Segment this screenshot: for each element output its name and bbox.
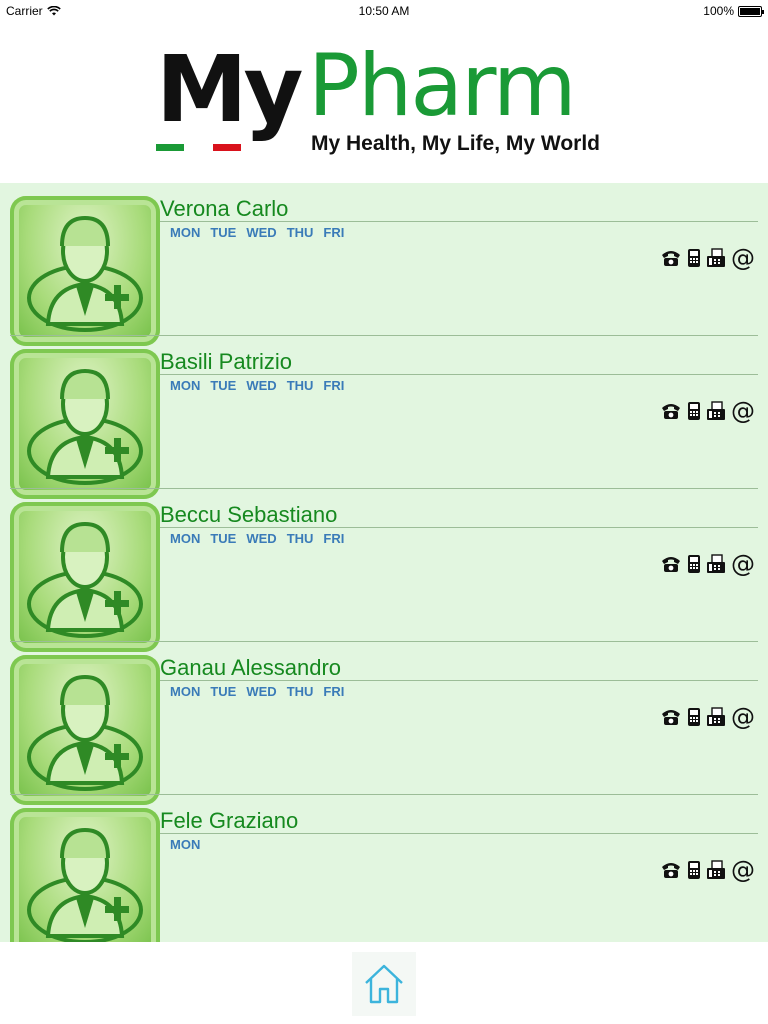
contact-icons: @ — [660, 703, 756, 735]
doctor-row[interactable]: Verona Carlo MON TUE WED THU FRI @ — [0, 183, 768, 346]
name-divider — [160, 833, 758, 834]
contact-icons: @ — [660, 550, 756, 582]
svg-text:@: @ — [731, 245, 755, 271]
fax-icon[interactable] — [706, 248, 726, 273]
svg-text:@: @ — [731, 704, 755, 730]
day-label: MON — [170, 837, 201, 852]
battery-percent: 100% — [703, 4, 734, 18]
status-time: 10:50 AM — [358, 4, 410, 18]
fax-icon[interactable] — [706, 554, 726, 579]
svg-text:@: @ — [731, 857, 755, 883]
day-label: MON — [170, 225, 201, 240]
phone-icon[interactable] — [660, 707, 682, 732]
phone-icon[interactable] — [660, 554, 682, 579]
contact-icons: @ — [660, 397, 756, 429]
name-divider — [160, 374, 758, 375]
availability-days: MON TUE WED THU FRI — [170, 684, 344, 699]
name-divider — [160, 221, 758, 222]
day-label: THU — [286, 225, 314, 240]
doctor-row[interactable]: Beccu Sebastiano MON TUE WED THU FRI @ — [0, 489, 768, 652]
fax-icon[interactable] — [706, 401, 726, 426]
doctor-list[interactable]: Verona Carlo MON TUE WED THU FRI @ Basili Patri… — [0, 183, 768, 942]
phone-icon[interactable] — [660, 860, 682, 885]
logo-tagline: My Health, My Life, My World — [311, 132, 600, 155]
availability-days: MON TUE WED THU FRI — [170, 225, 344, 240]
day-label: THU — [286, 531, 314, 546]
doctor-avatar-icon — [10, 196, 160, 346]
doctor-name: Verona Carlo — [160, 196, 289, 221]
doctor-name: Ganau Alessandro — [160, 655, 342, 680]
doctor-avatar-icon — [10, 349, 160, 499]
email-icon[interactable]: @ — [730, 703, 756, 735]
day-label: FRI — [323, 378, 345, 393]
day-label: FRI — [323, 684, 345, 699]
name-divider — [160, 527, 758, 528]
doctor-row[interactable]: Fele Graziano MON @ — [0, 795, 768, 942]
contact-icons: @ — [660, 244, 756, 276]
day-label: FRI — [323, 531, 345, 546]
mobile-icon[interactable] — [686, 401, 702, 426]
name-divider — [160, 680, 758, 681]
home-icon — [365, 964, 403, 1004]
doctor-name: Fele Graziano — [160, 808, 299, 833]
day-label: WED — [246, 531, 277, 546]
day-label: FRI — [323, 225, 345, 240]
battery-icon — [738, 5, 764, 17]
footer — [0, 942, 768, 1024]
header: My Pharm My Health, My Life, My World — [0, 20, 768, 183]
mobile-icon[interactable] — [686, 248, 702, 273]
availability-days: MON — [170, 837, 200, 852]
availability-days: MON TUE WED THU FRI — [170, 378, 344, 393]
doctor-row[interactable]: Ganau Alessandro MON TUE WED THU FRI @ — [0, 642, 768, 805]
day-label: TUE — [210, 378, 237, 393]
svg-text:@: @ — [731, 551, 755, 577]
day-label: MON — [170, 684, 201, 699]
day-label: TUE — [210, 225, 237, 240]
phone-icon[interactable] — [660, 401, 682, 426]
contact-icons: @ — [660, 856, 756, 888]
email-icon[interactable]: @ — [730, 397, 756, 429]
logo-my: My — [156, 36, 304, 143]
email-icon[interactable]: @ — [730, 550, 756, 582]
email-icon[interactable]: @ — [730, 244, 756, 276]
day-label: WED — [246, 225, 277, 240]
doctor-avatar-icon — [10, 502, 160, 652]
status-right: 100% — [703, 4, 764, 18]
logo-flag-green — [156, 144, 184, 151]
fax-icon[interactable] — [706, 860, 726, 885]
phone-icon[interactable] — [660, 248, 682, 273]
mobile-icon[interactable] — [686, 707, 702, 732]
status-bar: Carrier 10:50 AM 100% — [0, 0, 768, 20]
doctor-avatar-icon — [10, 655, 160, 805]
logo-flag-red — [213, 144, 241, 151]
day-label: THU — [286, 684, 314, 699]
day-label: WED — [246, 378, 277, 393]
availability-days: MON TUE WED THU FRI — [170, 531, 344, 546]
fax-icon[interactable] — [706, 707, 726, 732]
day-label: MON — [170, 531, 201, 546]
mobile-icon[interactable] — [686, 860, 702, 885]
doctor-name: Beccu Sebastiano — [160, 502, 338, 527]
doctor-name: Basili Patrizio — [160, 349, 293, 374]
logo-pharm: Pharm — [308, 36, 577, 136]
day-label: TUE — [210, 531, 237, 546]
home-button[interactable] — [352, 952, 416, 1016]
doctor-row[interactable]: Basili Patrizio MON TUE WED THU FRI @ — [0, 336, 768, 499]
day-label: THU — [286, 378, 314, 393]
day-label: WED — [246, 684, 277, 699]
email-icon[interactable]: @ — [730, 856, 756, 888]
day-label: TUE — [210, 684, 237, 699]
svg-text:@: @ — [731, 398, 755, 424]
day-label: MON — [170, 378, 201, 393]
doctor-avatar-icon — [10, 808, 160, 942]
mobile-icon[interactable] — [686, 554, 702, 579]
app-logo: My Pharm My Health, My Life, My World — [150, 36, 620, 160]
